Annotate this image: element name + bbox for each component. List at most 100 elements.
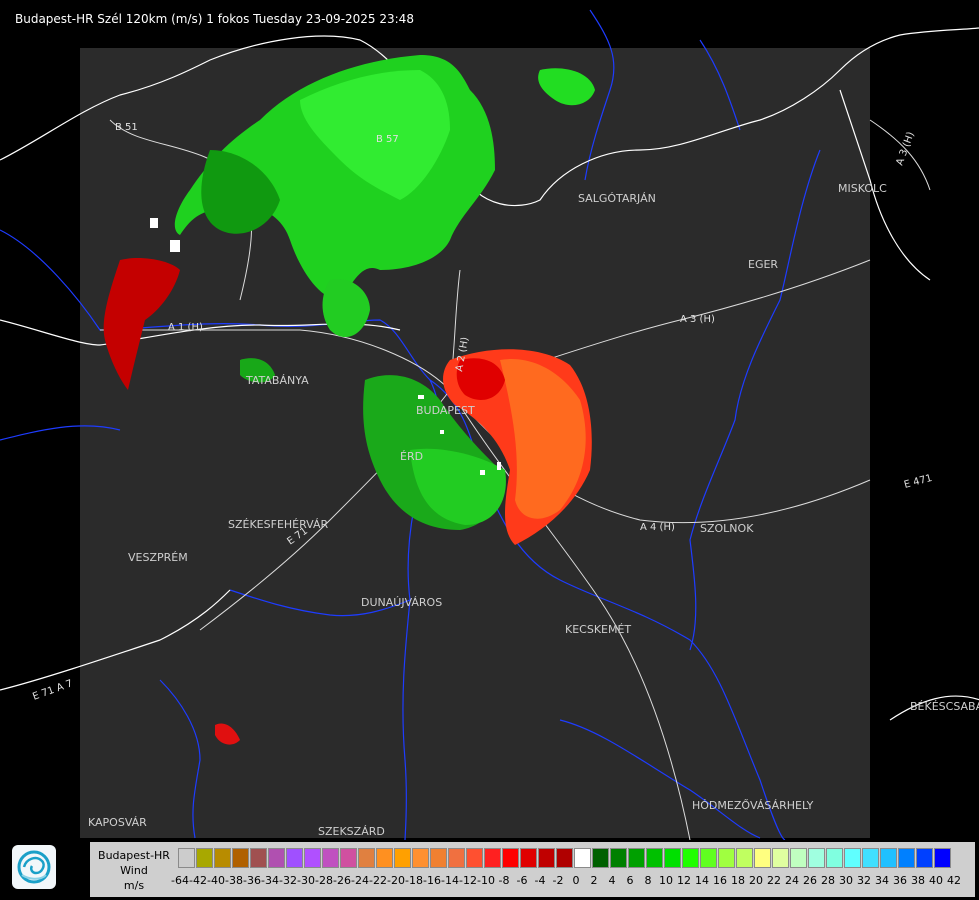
legend-swatch — [286, 848, 303, 868]
legend-tick-label: 30 — [839, 874, 853, 887]
legend-tick-label: 4 — [608, 874, 616, 887]
legend-swatch — [754, 848, 771, 868]
city-hodmezovasarhely: HÓDMEZŐVÁSÁRHELY — [692, 798, 814, 812]
legend-swatch — [484, 848, 501, 868]
legend-swatch — [682, 848, 699, 868]
legend-swatch — [790, 848, 807, 868]
road-label-e471: E 471 — [903, 473, 933, 491]
legend-title: Budapest-HR Wind m/s — [92, 848, 176, 893]
legend-swatch — [394, 848, 411, 868]
legend-tick-label: -8 — [498, 874, 510, 887]
legend-tick-label: -26 — [333, 874, 351, 887]
legend-tick-label: 20 — [749, 874, 763, 887]
legend-tick-label: -4 — [534, 874, 546, 887]
legend-tick-label: 0 — [572, 874, 580, 887]
legend-tick-label: -24 — [351, 874, 369, 887]
city-eger: EGER — [748, 258, 778, 271]
legend-quantity: Wind — [120, 864, 148, 877]
road-label-a1: A 1 (H) — [168, 322, 203, 333]
legend-tick-label: -64 — [171, 874, 189, 887]
legend-tick-label: 12 — [677, 874, 691, 887]
legend-tick-label: 24 — [785, 874, 799, 887]
legend-swatch — [556, 848, 573, 868]
legend-tick-label: 16 — [713, 874, 727, 887]
legend-swatch — [592, 848, 609, 868]
legend-swatch — [502, 848, 519, 868]
legend-tick-label: 32 — [857, 874, 871, 887]
legend-tick-label: 2 — [590, 874, 598, 887]
legend-tick-label: -38 — [225, 874, 243, 887]
legend-tick-label: -14 — [441, 874, 459, 887]
legend-tick-label: -42 — [189, 874, 207, 887]
legend-tick-label: -34 — [261, 874, 279, 887]
legend-tick-label: 6 — [626, 874, 634, 887]
legend-tick-label: 26 — [803, 874, 817, 887]
legend-swatch — [646, 848, 663, 868]
map-canvas: SALGÓTARJÁN MISKOLC EGER TATABÁNYA BUDAP… — [0, 9, 979, 841]
legend-swatch — [376, 848, 393, 868]
legend-swatch — [430, 848, 447, 868]
city-kecskemet: KECSKEMÉT — [565, 623, 631, 636]
legend-tick-label: -28 — [315, 874, 333, 887]
legend-tick-label: 14 — [695, 874, 709, 887]
road-label-e71-sw: E 71 A 7 — [31, 678, 74, 703]
city-miskolc: MISKOLC — [838, 182, 887, 195]
legend-tick-label: 34 — [875, 874, 889, 887]
city-bekescsaba: BÉKÉSCSABA — [910, 700, 979, 713]
legend-swatch — [628, 848, 645, 868]
legend-tick-label: -36 — [243, 874, 261, 887]
city-erd: ÉRD — [400, 450, 423, 463]
radar-product-title: Budapest-HR Szél 120km (m/s) 1 fokos Tue… — [15, 12, 414, 26]
legend-tick-label: 22 — [767, 874, 781, 887]
legend-radar-name: Budapest-HR — [98, 849, 170, 862]
city-tatabanya: TATABÁNYA — [245, 374, 309, 387]
city-veszprem: VESZPRÉM — [128, 551, 188, 564]
legend-unit: m/s — [123, 879, 145, 892]
wind-color-legend: Budapest-HR Wind m/s -64 -42 -40 -38 -36 -34-… — [90, 842, 975, 897]
legend-swatch — [844, 848, 861, 868]
legend-swatch — [358, 848, 375, 868]
legend-swatch — [898, 848, 915, 868]
legend-tick-label: -20 — [387, 874, 405, 887]
legend-swatch — [304, 848, 321, 868]
legend-swatch — [250, 848, 267, 868]
legend-swatch — [214, 848, 231, 868]
legend-tick-label: -30 — [297, 874, 315, 887]
city-dunaujvaros: DUNAÚJVÁROS — [361, 596, 442, 609]
legend-swatch — [466, 848, 483, 868]
legend-swatch — [574, 848, 591, 868]
legend-swatch — [880, 848, 897, 868]
city-szekszard: SZEKSZÁRD — [318, 825, 385, 838]
legend-swatch — [610, 848, 627, 868]
legend-swatches — [178, 848, 952, 868]
legend-tick-label: -6 — [516, 874, 528, 887]
legend-tick-label: -2 — [552, 874, 564, 887]
legend-swatch — [322, 848, 339, 868]
legend-tick-label: -18 — [405, 874, 423, 887]
legend-swatch — [196, 848, 213, 868]
legend-swatch — [736, 848, 753, 868]
legend-tick-label: 10 — [659, 874, 673, 887]
legend-tick-label: -10 — [477, 874, 495, 887]
met-service-logo-icon — [12, 845, 56, 889]
legend-swatch — [178, 848, 195, 868]
legend-swatch — [826, 848, 843, 868]
city-salgotarjan: SALGÓTARJÁN — [578, 192, 656, 205]
legend-swatch — [772, 848, 789, 868]
legend-swatch — [538, 848, 555, 868]
legend-tick-label: 42 — [947, 874, 961, 887]
legend-swatch — [664, 848, 681, 868]
legend-swatch — [268, 848, 285, 868]
legend-tick-label: -22 — [369, 874, 387, 887]
city-szolnok: SZOLNOK — [700, 522, 754, 535]
legend-tick-label: 38 — [911, 874, 925, 887]
city-szekesfehervar: SZÉKESFEHÉRVÁR — [228, 518, 329, 531]
legend-tick-label: 36 — [893, 874, 907, 887]
legend-swatch — [934, 848, 951, 868]
legend-swatch — [700, 848, 717, 868]
legend-tick-label: -16 — [423, 874, 441, 887]
legend-swatch — [520, 848, 537, 868]
road-label-a3: A 3 (H) — [680, 314, 715, 325]
legend-tick-label: 8 — [644, 874, 652, 887]
road-label-b51: B 51 — [115, 122, 138, 133]
